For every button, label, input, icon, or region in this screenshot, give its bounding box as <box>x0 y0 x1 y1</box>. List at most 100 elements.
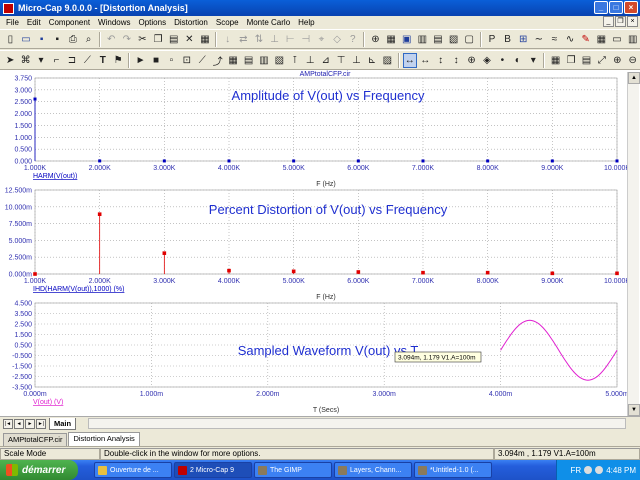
high-icon[interactable]: ⊤ <box>334 53 348 68</box>
info-icon[interactable]: ◇ <box>330 32 345 47</box>
copy-icon[interactable]: ❐ <box>151 32 166 47</box>
last-sheet-button[interactable]: ►| <box>36 418 46 429</box>
redo-icon[interactable]: ↷ <box>119 32 134 47</box>
save-all-icon[interactable]: ▪ <box>50 32 65 47</box>
plot-dropdown-icon[interactable]: ▾ <box>526 53 540 68</box>
next-sheet-button[interactable]: ► <box>25 418 35 429</box>
mdi-restore-button[interactable]: ❐ <box>615 16 626 27</box>
help-icon[interactable]: ? <box>345 32 360 47</box>
menu-scope[interactable]: Scope <box>212 18 243 27</box>
diagonal-wire-icon[interactable]: ⟋ <box>80 53 94 68</box>
zoom-in-icon[interactable]: ⊕ <box>610 53 624 68</box>
undo-icon[interactable]: ↶ <box>104 32 119 47</box>
scroll-down-icon[interactable]: ▼ <box>628 404 640 416</box>
tab-main[interactable]: Main <box>49 417 77 430</box>
task-item[interactable]: The GIMP <box>254 462 332 478</box>
component-mode-icon[interactable]: ⌘ <box>18 53 32 68</box>
bold-icon[interactable]: B <box>500 32 515 47</box>
page-icon[interactable]: ▢ <box>462 32 477 47</box>
cut-icon[interactable]: ✂ <box>135 32 150 47</box>
cursor-up-icon[interactable]: ↕ <box>433 53 447 68</box>
app-icon[interactable] <box>3 2 14 14</box>
ruler-icon[interactable]: ▭ <box>610 32 625 47</box>
find-icon[interactable]: ⌖ <box>314 32 329 47</box>
paste-icon[interactable]: ▤ <box>166 32 181 47</box>
grid-icon[interactable]: ▦ <box>384 32 399 47</box>
menu-help[interactable]: Help <box>294 18 318 27</box>
stop-icon[interactable]: ▫ <box>164 53 178 68</box>
align-icon[interactable]: ⊥ <box>267 32 282 47</box>
properties-icon[interactable]: ▤ <box>579 53 593 68</box>
analog-icon[interactable]: ≈ <box>547 32 562 47</box>
speaker-icon[interactable] <box>584 466 593 474</box>
nudge-icon[interactable]: ⊣ <box>299 32 314 47</box>
cascade-icon[interactable]: ▤ <box>431 32 446 47</box>
select-all-icon[interactable]: ▦ <box>198 32 213 47</box>
inflection-icon[interactable]: ⊾ <box>365 53 379 68</box>
color-icon[interactable]: ◐ <box>511 53 525 68</box>
pause-icon[interactable]: ■ <box>149 53 163 68</box>
peak-icon[interactable]: ⊺ <box>288 53 302 68</box>
copy-plot-icon[interactable]: ❐ <box>564 53 578 68</box>
select-arrow-icon[interactable]: ➤ <box>3 53 17 68</box>
zoom-out-icon[interactable]: ⊖ <box>626 53 640 68</box>
cursor-left-icon[interactable]: ↔ <box>402 52 418 68</box>
component-icon[interactable]: ⊞ <box>516 32 531 47</box>
zoom-icon[interactable]: ⊕ <box>368 32 383 47</box>
task-item[interactable]: *Untitled-1.0 (... <box>414 462 492 478</box>
menu-edit[interactable]: Edit <box>23 18 45 27</box>
slope-icon[interactable]: ⊿ <box>318 53 332 68</box>
calculator-icon[interactable]: ▦ <box>594 32 609 47</box>
valley-icon[interactable]: ⊥ <box>303 53 317 68</box>
wave-icon[interactable]: ∿ <box>563 32 578 47</box>
mdi-close-button[interactable]: × <box>627 16 638 27</box>
first-sheet-button[interactable]: |◄ <box>3 418 13 429</box>
dropdown-icon[interactable]: ▾ <box>34 53 48 68</box>
point-icon[interactable]: • <box>495 53 509 68</box>
text-icon[interactable]: T <box>96 53 110 68</box>
tag-icon[interactable]: ◈ <box>480 53 494 68</box>
stepper-icon[interactable]: ⊡ <box>180 53 194 68</box>
list-icon[interactable]: ▤ <box>241 53 255 68</box>
plot-svg[interactable]: 1.000K 2.000K 3.000K 4.000K 5.000K 6.000K 7.00… <box>0 70 640 416</box>
probe-icon[interactable]: P <box>485 32 500 47</box>
tile-icon[interactable]: ▥ <box>415 32 430 47</box>
low-icon[interactable]: ⊥ <box>349 53 363 68</box>
scale-icon[interactable]: ▦ <box>548 53 562 68</box>
matrix-icon[interactable]: ▥ <box>257 53 271 68</box>
save-icon[interactable]: ▪ <box>34 32 49 47</box>
flag-icon[interactable]: ⚑ <box>111 53 125 68</box>
run-icon[interactable]: ► <box>133 53 147 68</box>
flip-icon[interactable]: ⇅ <box>252 32 267 47</box>
menu-distortion[interactable]: Distortion <box>170 18 212 27</box>
columns-icon[interactable]: ▧ <box>272 53 286 68</box>
step-icon[interactable]: ⊢ <box>283 32 298 47</box>
curve-icon[interactable]: ⤴ <box>210 53 224 68</box>
minimize-button[interactable]: _ <box>594 1 608 14</box>
menu-windows[interactable]: Windows <box>94 18 134 27</box>
arrange-icon[interactable]: ▧ <box>446 32 461 47</box>
start-button[interactable]: démarrer <box>0 460 78 480</box>
cursor-down-icon[interactable]: ↕ <box>449 53 463 68</box>
language-indicator[interactable]: FR <box>571 466 582 475</box>
open-folder-icon[interactable]: ▭ <box>19 32 34 47</box>
prev-sheet-button[interactable]: ◄ <box>14 418 24 429</box>
rotate-icon[interactable]: ↓ <box>220 32 235 47</box>
draw-box-icon[interactable]: ▨ <box>380 53 394 68</box>
menu-monte-carlo[interactable]: Monte Carlo <box>243 18 295 27</box>
menu-component[interactable]: Component <box>45 18 94 27</box>
doc-tab-circuit[interactable]: AMPtotalCFP.cir <box>3 433 68 446</box>
window-icon[interactable]: ▣ <box>399 32 414 47</box>
wire-icon[interactable]: ⌐ <box>49 53 63 68</box>
cursor-mode-icon[interactable]: ⊕ <box>464 53 478 68</box>
auto-scale-icon[interactable]: ⤢ <box>595 53 609 68</box>
print-icon[interactable]: ⎙ <box>66 32 81 47</box>
network-icon[interactable] <box>595 466 604 474</box>
task-item[interactable]: Ouverture de ... <box>94 462 172 478</box>
chart-icon[interactable]: ▥ <box>625 32 640 47</box>
line-icon[interactable]: ⟋ <box>195 53 209 68</box>
task-item-micro-cap[interactable]: 2 Micro-Cap 9 <box>174 462 252 478</box>
digital-icon[interactable]: ∼ <box>532 32 547 47</box>
print-preview-icon[interactable]: ⌕ <box>81 32 96 47</box>
task-item[interactable]: Layers, Chann... <box>334 462 412 478</box>
